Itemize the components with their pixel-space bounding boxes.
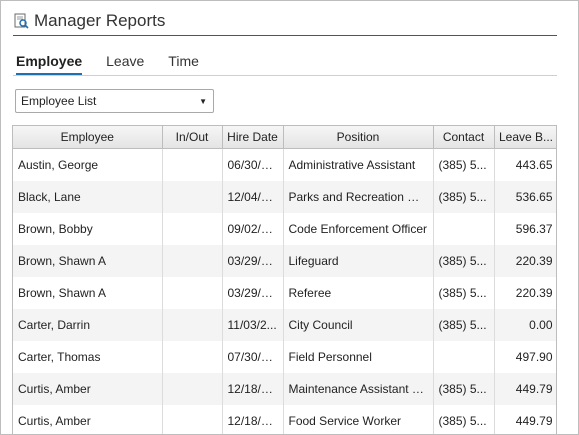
cell-leave-balance: 536.65 (494, 181, 556, 213)
cell-leave-balance: 596.37 (494, 213, 556, 245)
cell-hire-date: 12/18/2... (222, 373, 284, 405)
tab-time[interactable]: Time (168, 53, 199, 75)
table-row[interactable]: Austin, George 06/30/2... Administrative… (13, 148, 556, 181)
report-tabs: Employee Leave Time (16, 53, 223, 75)
title-divider (13, 35, 557, 36)
cell-leave-balance: 449.79 (494, 405, 556, 434)
cell-employee: Black, Lane (13, 181, 163, 213)
tab-employee[interactable]: Employee (16, 53, 83, 75)
page-header: Manager Reports (13, 9, 165, 33)
cell-employee: Brown, Shawn A (13, 245, 163, 277)
dropdown-arrow-icon: ▼ (199, 97, 207, 106)
cell-employee: Carter, Thomas (13, 341, 163, 373)
cell-in-out (162, 181, 223, 213)
cell-position: Code Enforcement Officer (283, 213, 434, 245)
column-header-in-out[interactable]: In/Out (162, 126, 223, 149)
cell-hire-date: 12/18/2... (222, 405, 284, 434)
cell-contact: (385) 5... (433, 245, 495, 277)
cell-leave-balance: 443.65 (494, 148, 556, 181)
tab-leave[interactable]: Leave (106, 53, 144, 75)
cell-position: Referee (283, 277, 434, 309)
cell-contact (433, 213, 495, 245)
cell-contact: (385) 5... (433, 373, 495, 405)
cell-position: City Council (283, 309, 434, 341)
cell-contact: (385) 5... (433, 277, 495, 309)
cell-in-out (162, 277, 223, 309)
cell-position: Food Service Worker (283, 405, 434, 434)
manager-reports-window: Manager Reports Employee Leave Time Empl… (0, 0, 579, 435)
cell-in-out (162, 405, 223, 434)
table-row[interactable]: Carter, Thomas 07/30/2... Field Personne… (13, 341, 556, 373)
cell-in-out (162, 148, 223, 181)
cell-in-out (162, 213, 223, 245)
cell-in-out (162, 341, 223, 373)
cell-hire-date: 07/30/2... (222, 341, 284, 373)
column-header-leave-balance[interactable]: Leave B... (494, 126, 556, 149)
cell-employee: Brown, Shawn A (13, 277, 163, 309)
cell-contact: (385) 5... (433, 148, 495, 181)
table-row[interactable]: Carter, Darrin 11/03/2... City Council (… (13, 309, 556, 341)
employee-table: Employee In/Out Hire Date Position Conta… (13, 126, 556, 434)
table-row[interactable]: Curtis, Amber 12/18/2... Food Service Wo… (13, 405, 556, 434)
cell-contact: (385) 5... (433, 405, 495, 434)
page-title: Manager Reports (34, 11, 166, 30)
cell-contact: (385) 5... (433, 181, 495, 213)
cell-leave-balance: 220.39 (494, 245, 556, 277)
column-header-employee[interactable]: Employee (13, 126, 163, 149)
cell-leave-balance: 220.39 (494, 277, 556, 309)
table-header-row: Employee In/Out Hire Date Position Conta… (13, 126, 556, 149)
cell-position: Parks and Recreation Dire... (283, 181, 434, 213)
column-header-position[interactable]: Position (283, 126, 434, 149)
cell-leave-balance: 497.90 (494, 341, 556, 373)
table-row[interactable]: Curtis, Amber 12/18/2... Maintenance Ass… (13, 373, 556, 405)
cell-in-out (162, 245, 223, 277)
cell-contact (433, 341, 495, 373)
cell-leave-balance: 0.00 (494, 309, 556, 341)
report-type-value: Employee List (21, 94, 97, 108)
column-header-hire-date[interactable]: Hire Date (222, 126, 284, 149)
cell-position: Maintenance Assistant - S... (283, 373, 434, 405)
column-header-contact[interactable]: Contact (433, 126, 495, 149)
report-icon (14, 13, 29, 29)
cell-employee: Carter, Darrin (13, 309, 163, 341)
cell-employee: Curtis, Amber (13, 405, 163, 434)
cell-contact: (385) 5... (433, 309, 495, 341)
cell-employee: Brown, Bobby (13, 213, 163, 245)
cell-employee: Curtis, Amber (13, 373, 163, 405)
table-row[interactable]: Brown, Bobby 09/02/2... Code Enforcement… (13, 213, 556, 245)
cell-in-out (162, 309, 223, 341)
cell-employee: Austin, George (13, 148, 163, 181)
report-type-select[interactable]: Employee List ▼ (15, 89, 214, 113)
table-row[interactable]: Brown, Shawn A 03/29/2... Referee (385) … (13, 277, 556, 309)
cell-hire-date: 06/30/2... (222, 148, 284, 181)
tabs-divider (13, 75, 557, 76)
cell-hire-date: 03/29/2... (222, 245, 284, 277)
cell-hire-date: 12/04/2... (222, 181, 284, 213)
cell-position: Field Personnel (283, 341, 434, 373)
cell-in-out (162, 373, 223, 405)
cell-hire-date: 03/29/2... (222, 277, 284, 309)
cell-position: Lifeguard (283, 245, 434, 277)
cell-leave-balance: 449.79 (494, 373, 556, 405)
table-row[interactable]: Brown, Shawn A 03/29/2... Lifeguard (385… (13, 245, 556, 277)
employee-grid: Employee In/Out Hire Date Position Conta… (12, 125, 557, 434)
cell-position: Administrative Assistant (283, 148, 434, 181)
cell-hire-date: 11/03/2... (222, 309, 284, 341)
table-row[interactable]: Black, Lane 12/04/2... Parks and Recreat… (13, 181, 556, 213)
cell-hire-date: 09/02/2... (222, 213, 284, 245)
